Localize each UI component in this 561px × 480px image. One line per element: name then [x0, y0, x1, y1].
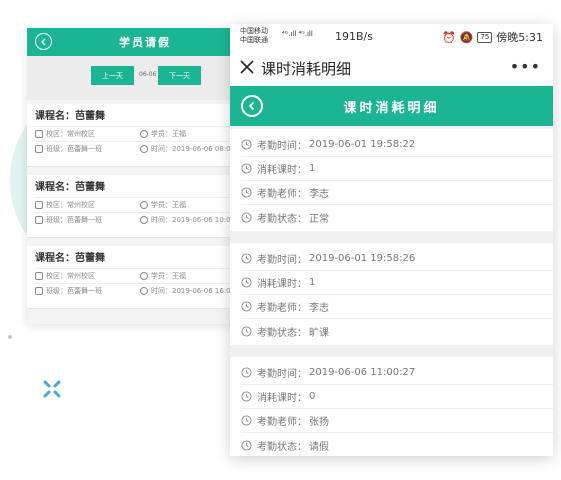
mute-icon: 🔕	[459, 30, 474, 44]
clock-icon	[241, 301, 252, 312]
status-bar: 中国移动 中国联通 ⁴ᴳ.ıll ⁴ᴳ.ıll 191B/s ⏰ 🔕 75 傍晚…	[230, 24, 553, 50]
page-title: 学员请假	[119, 36, 171, 49]
chevron-left-icon	[248, 101, 255, 111]
course-name: 课程名：芭蕾舞	[35, 111, 105, 122]
carrier-2: 中国联通	[240, 36, 268, 44]
clock-icon	[241, 277, 252, 288]
page-title: 课时消耗明细	[343, 100, 440, 116]
attendance-status: 请假	[309, 441, 329, 453]
class-icon	[35, 287, 43, 295]
attendance-time: 2019-06-06 11:00:27	[309, 367, 416, 378]
campus-icon	[35, 130, 43, 138]
consumed-hours: 1	[309, 277, 316, 288]
consumed-hours: 1	[309, 163, 316, 174]
chevron-left-icon	[40, 38, 45, 45]
teacher-name: 张扬	[309, 417, 329, 428]
attendance-status: 正常	[309, 213, 329, 225]
campus-icon	[35, 272, 43, 280]
attendance-record: 考勤时间： 2019-06-06 11:00:27 消耗课时： 0 考勤老师： 张扬 …	[230, 357, 553, 456]
clock-icon	[241, 187, 252, 198]
clock-icon	[241, 415, 252, 426]
consumed-hours: 0	[309, 391, 316, 402]
close-icon[interactable]	[239, 59, 255, 75]
window-title: 课时消耗明细	[261, 60, 352, 78]
back-button[interactable]	[241, 95, 263, 117]
student-icon	[140, 130, 148, 138]
alarm-icon: ⏰	[441, 30, 456, 44]
class-icon	[35, 216, 43, 224]
decorative-dot	[8, 335, 12, 339]
leave-request-screen: 学员请假 上一天 06-06 下一天 课程名：芭蕾舞 校区： 常州校区 学员： 王福…	[27, 28, 263, 324]
consumption-detail-screen: 中国移动 中国联通 ⁴ᴳ.ıll ⁴ᴳ.ıll 191B/s ⏰ 🔕 75 傍晚…	[230, 24, 553, 456]
wechat-title-bar: 课时消耗明细 •••	[230, 50, 553, 86]
leave-card[interactable]: 课程名：芭蕾舞 校区： 常州校区 学员： 王福 班级： 芭蕾舞一班 时间： 2019-0…	[27, 175, 263, 238]
clock-icon	[241, 439, 252, 451]
page-header: 课时消耗明细	[230, 86, 553, 126]
clock-icon	[241, 391, 252, 402]
sparkle-icon	[43, 380, 61, 398]
carrier-1: 中国移动	[240, 27, 268, 35]
attendance-time: 2019-06-01 19:58:26	[309, 253, 416, 264]
clock-icon	[140, 216, 148, 224]
student-icon	[140, 272, 148, 280]
battery-icon: 75	[477, 31, 493, 43]
clock-icon	[140, 145, 148, 153]
date-navigator: 上一天 06-06 下一天	[27, 56, 263, 100]
class-icon	[35, 145, 43, 153]
next-day-button[interactable]: 下一天	[158, 66, 201, 85]
teacher-name: 李志	[309, 189, 329, 200]
attendance-record: 考勤时间： 2019-06-01 19:58:22 消耗课时： 1 考勤老师： 李志 …	[230, 129, 553, 231]
course-name: 课程名：芭蕾舞	[35, 253, 105, 264]
attendance-status: 旷课	[309, 327, 329, 339]
more-menu-button[interactable]: •••	[510, 57, 541, 76]
leave-card[interactable]: 课程名：芭蕾舞 校区： 常州校区 学员： 王福 班级： 芭蕾舞一班 时间： 2019-0…	[27, 246, 263, 309]
signal-icon: ⁴ᴳ.ıll ⁴ᴳ.ıll	[282, 30, 313, 38]
clock-icon	[241, 325, 252, 337]
network-speed: 191B/s	[335, 30, 373, 43]
teacher-name: 李志	[309, 303, 329, 314]
attendance-time: 2019-06-01 19:58:22	[309, 139, 416, 150]
prev-day-button[interactable]: 上一天	[91, 66, 134, 85]
leave-header: 学员请假	[27, 28, 263, 56]
clock-icon	[241, 139, 252, 150]
clock-icon	[241, 163, 252, 174]
leave-card[interactable]: 课程名：芭蕾舞 校区： 常州校区 学员： 王福 班级： 芭蕾舞一班 时间： 2019-0…	[27, 104, 263, 167]
student-icon	[140, 201, 148, 209]
back-button[interactable]	[35, 33, 52, 50]
clock-icon	[241, 211, 252, 223]
clock-icon	[241, 367, 252, 378]
clock-icon	[241, 253, 252, 264]
campus-icon	[35, 201, 43, 209]
attendance-record: 考勤时间： 2019-06-01 19:58:26 消耗课时： 1 考勤老师： 李志 …	[230, 243, 553, 345]
current-date: 06-06	[139, 71, 157, 78]
clock-time: 傍晚5:31	[496, 31, 543, 44]
course-name: 课程名：芭蕾舞	[35, 182, 105, 193]
clock-icon	[140, 287, 148, 295]
